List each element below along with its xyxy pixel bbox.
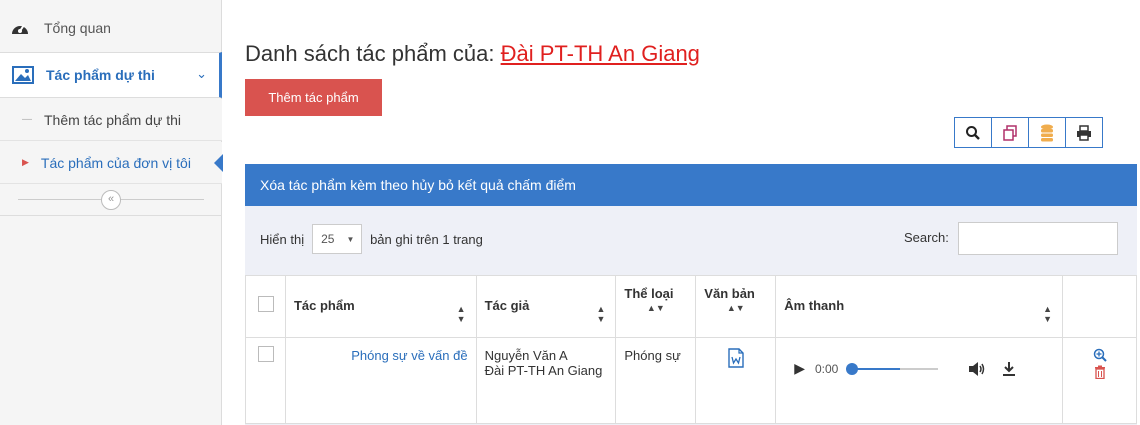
actions-cell (1062, 337, 1137, 424)
audio-progress-slider[interactable] (846, 362, 939, 375)
genre-cell: Phóng sự (615, 337, 697, 424)
sidebar-subitem-add-entry[interactable]: — Thêm tác phẩm dự thi (0, 99, 222, 141)
chevron-down-icon: ⌄ (196, 66, 207, 81)
print-tool-button[interactable] (1065, 117, 1103, 148)
select-all-header (245, 275, 286, 338)
sidebar-item-overview[interactable]: Tổng quan (0, 8, 222, 48)
page-title-prefix: Danh sách tác phẩm của: (245, 41, 495, 66)
image-icon (12, 66, 34, 84)
audio-player: ▶ 0:00 (784, 348, 1054, 377)
sidebar-subitem-my-entries[interactable]: ▶ Tác phẩm của đơn vị tôi (0, 142, 223, 184)
search-icon (966, 125, 980, 140)
audio-cell: ▶ 0:00 (775, 337, 1064, 424)
page-title: Danh sách tác phẩm của: Đài PT-TH An Gia… (245, 41, 700, 67)
column-header-work[interactable]: Tác phẩm ▲ ▼ (284, 275, 477, 338)
sidebar: Tổng quan Tác phẩm dự thi ⌄ — Thêm tác p… (0, 0, 223, 425)
work-title-link[interactable]: Phóng sự về vấn đề (284, 337, 477, 424)
column-header-author[interactable]: Tác giả ▲ ▼ (475, 275, 617, 338)
collapse-sidebar-button[interactable]: « (101, 190, 121, 210)
show-label: Hiển thị (260, 231, 305, 247)
sort-icon: ▲▼ (1043, 304, 1053, 324)
sidebar-collapse-row: « (0, 184, 222, 216)
search-tool-button[interactable] (954, 117, 992, 148)
search-label: Search: (904, 230, 949, 245)
column-header-actions (1062, 275, 1137, 338)
table-header-row: Tác phẩm ▲ ▼ Tác giả ▲ ▼ Thể loại ▲▼ Văn bản ▲… (245, 275, 1137, 338)
zoom-in-icon[interactable] (1093, 348, 1107, 362)
add-entry-button[interactable]: Thêm tác phẩm (245, 79, 382, 116)
sort-icon: ▲▼ (596, 304, 606, 324)
page-length-select[interactable]: 25 ▼ (312, 224, 363, 254)
entries-table: Tác phẩm ▲ ▼ Tác giả ▲ ▼ Thể loại ▲▼ Văn bản ▲… (245, 275, 1137, 424)
author-org: Đài PT-TH An Giang (484, 363, 603, 378)
column-header-text[interactable]: Văn bản ▲▼ (695, 275, 777, 338)
records-label: bản ghi trên 1 trang (370, 231, 483, 247)
page-length-control: Hiển thị 25 ▼ bản ghi trên 1 trang (260, 224, 483, 254)
dash-icon: — (22, 114, 32, 125)
database-icon (1041, 124, 1053, 141)
author-name: Nguyễn Văn A (484, 348, 568, 363)
search-input[interactable] (958, 222, 1118, 255)
row-checkbox[interactable] (258, 346, 274, 362)
document-cell (695, 337, 777, 424)
delete-warning-banner: Xóa tác phẩm kèm theo hủy bỏ kết quả chấ… (245, 164, 1137, 206)
download-icon[interactable] (1002, 361, 1016, 377)
word-document-icon[interactable] (727, 348, 745, 368)
sort-icon: ▲▼ (726, 303, 745, 313)
database-tool-button[interactable] (1028, 117, 1066, 148)
table-row: Phóng sự về vấn đề Nguyễn Văn A Đài PT-T… (245, 337, 1137, 424)
select-all-checkbox[interactable] (258, 296, 274, 312)
column-header-genre[interactable]: Thể loại ▲▼ (615, 275, 697, 338)
dropdown-arrow-icon: ▼ (346, 234, 355, 244)
table-toolbar (954, 117, 1103, 148)
print-icon (1077, 124, 1091, 141)
play-icon[interactable]: ▶ (794, 360, 805, 377)
volume-icon[interactable] (968, 361, 986, 376)
caret-right-icon: ▶ (22, 157, 29, 167)
sort-icon: ▲▼ (456, 304, 466, 324)
audio-progress-knob[interactable] (846, 362, 859, 375)
dashboard-icon (12, 24, 28, 34)
sidebar-item-entries[interactable]: Tác phẩm dự thi ⌄ (0, 52, 222, 98)
column-header-audio[interactable]: Âm thanh ▲ ▼ (775, 275, 1064, 338)
sidebar-item-label: Tác phẩm của đơn vị tôi (40, 154, 191, 171)
trash-icon[interactable] (1094, 365, 1106, 380)
sidebar-item-label: Tổng quan (44, 20, 111, 36)
row-select-cell (245, 337, 286, 424)
sidebar-item-label: Thêm tác phẩm dự thi (44, 111, 181, 128)
copy-icon (1003, 124, 1017, 141)
copy-tool-button[interactable] (991, 117, 1029, 148)
sidebar-item-label: Tác phẩm dự thi (46, 67, 155, 83)
sort-icon: ▲▼ (646, 303, 665, 313)
audio-time: 0:00 (814, 361, 839, 376)
org-link[interactable]: Đài PT-TH An Giang (501, 41, 700, 66)
author-cell: Nguyễn Văn A Đài PT-TH An Giang (475, 337, 617, 424)
active-indicator (214, 154, 223, 172)
page-length-value: 25 (321, 232, 335, 246)
